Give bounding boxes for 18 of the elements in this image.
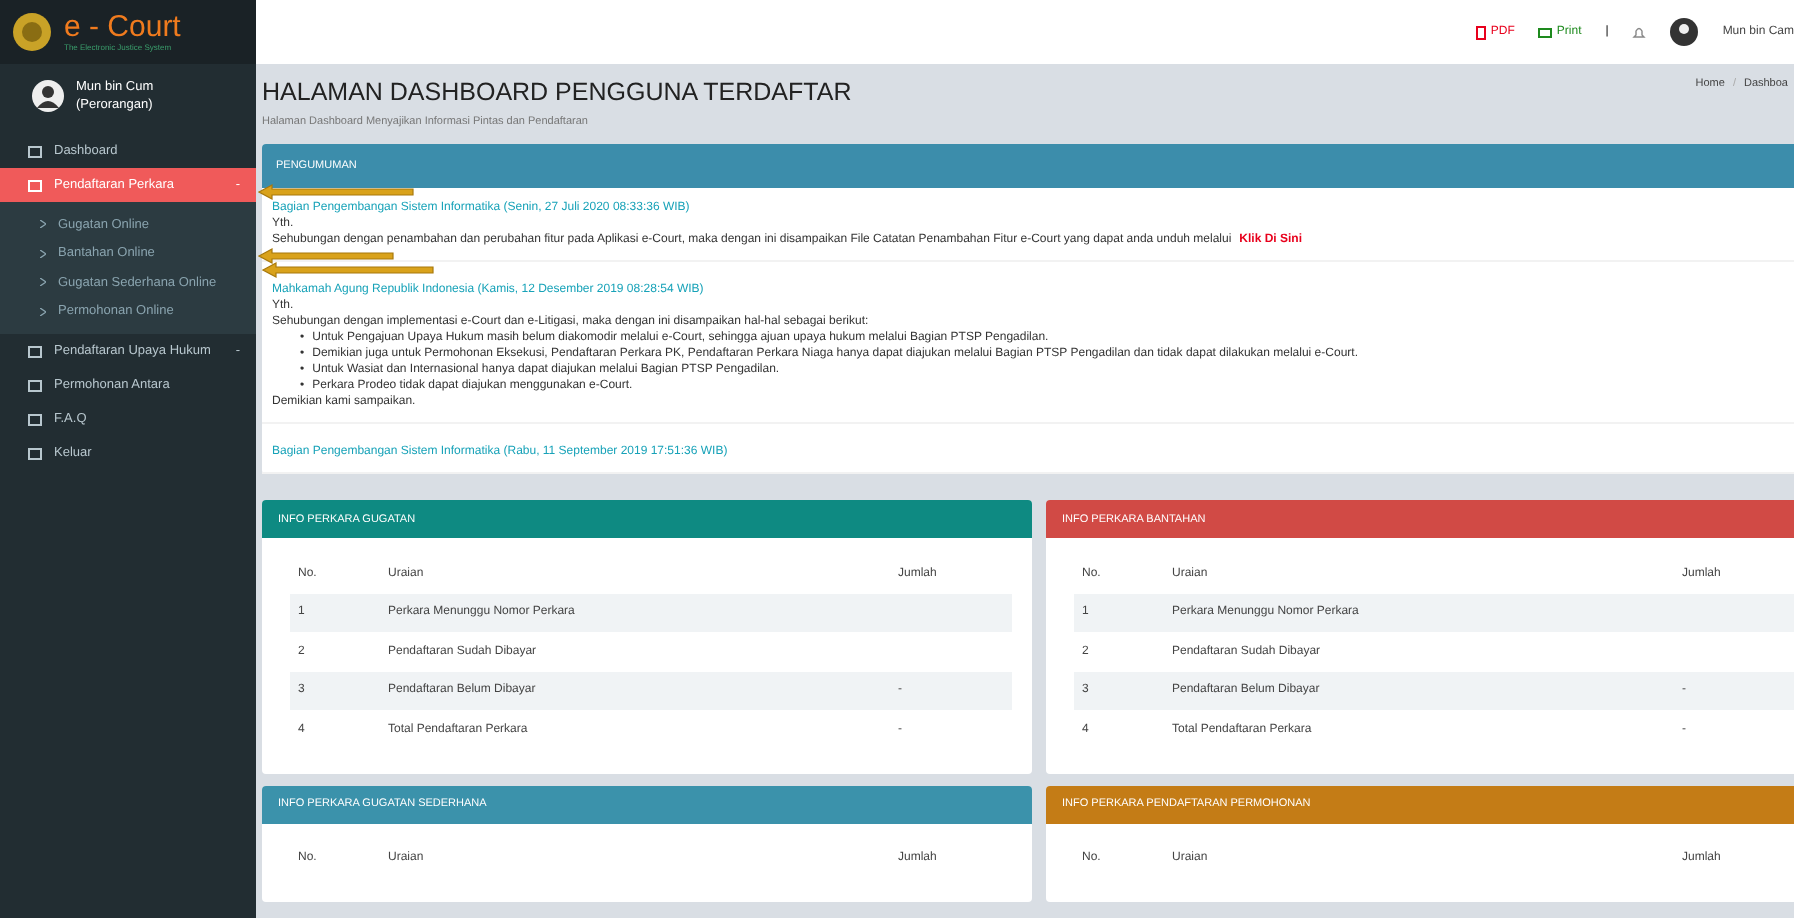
bell-icon[interactable] <box>1632 25 1647 39</box>
chevron-icon <box>40 278 46 287</box>
menu-icon <box>28 447 42 459</box>
avatar-icon <box>32 80 64 112</box>
file-icon <box>1476 25 1487 39</box>
chevron-icon <box>40 249 46 258</box>
menu-icon <box>28 345 42 357</box>
menu-icon <box>28 379 42 391</box>
chevron-icon <box>40 220 46 229</box>
menu-icon <box>28 179 42 191</box>
avatar-icon[interactable] <box>1670 18 1699 46</box>
emblem-icon <box>12 12 52 52</box>
page-title: HALAMAN DASHBOARD PENGGUNA TERDAFTAR <box>262 78 852 106</box>
logo-title: e - Court <box>64 11 181 41</box>
chevron-icon <box>40 307 46 316</box>
printer-icon <box>1538 26 1553 38</box>
menu-icon <box>28 145 42 157</box>
menu-icon <box>28 413 42 425</box>
